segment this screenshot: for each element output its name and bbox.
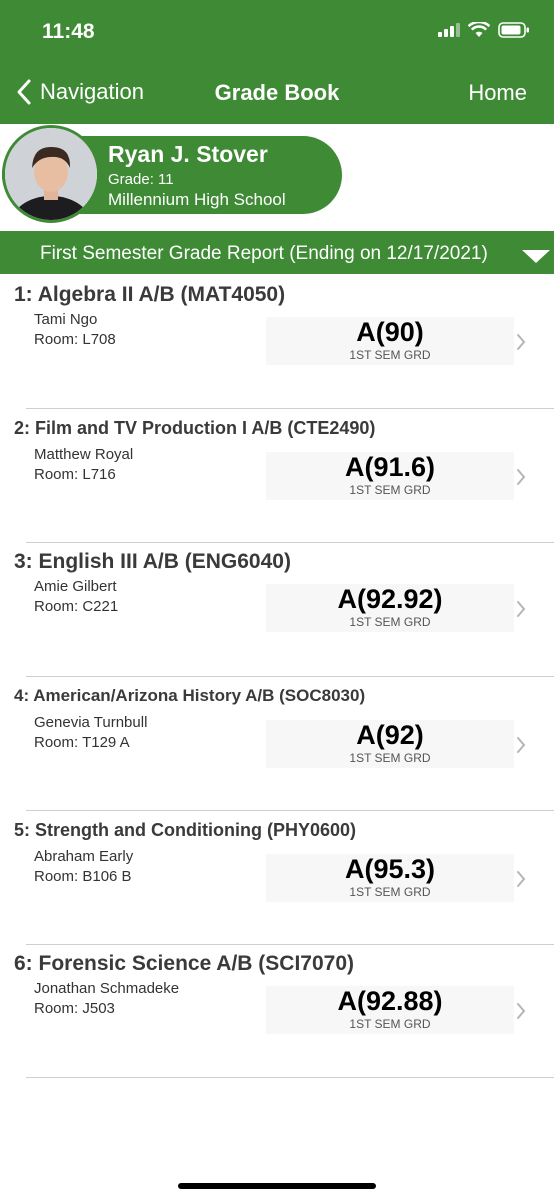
course-teacher: Abraham Early [34,848,134,865]
grade-value: A(92.88) [337,986,443,1016]
course-title: 4: American/Arizona History A/B (SOC8030… [14,686,366,705]
course-teacher: Amie Gilbert [34,578,117,595]
grade-box: A(92.88) 1ST SEM GRD [266,986,514,1034]
grade-caption: 1ST SEM GRD [349,615,431,629]
home-button[interactable]: Home [468,80,527,106]
chevron-right-icon [517,469,526,485]
course-teacher: Matthew Royal [34,446,134,463]
course-teacher: Tami Ngo [34,311,98,328]
cellular-signal-icon [438,23,460,37]
chevron-left-icon [17,79,31,105]
grade-box: A(95.3) 1ST SEM GRD [266,854,514,902]
header-bar: 11:48 Navigation Grade Book Home [0,0,554,124]
status-time: 11:48 [42,20,95,43]
course-title: 3: English III A/B (ENG6040) [14,550,291,573]
course-title: 2: Film and TV Production I A/B (CTE2490… [14,418,376,438]
course-room: Room: B106 B [34,868,132,885]
divider [26,810,554,811]
chevron-right-icon [517,334,526,350]
grade-caption: 1ST SEM GRD [349,348,431,362]
student-name: Ryan J. Stover [108,141,268,167]
student-photo-icon [5,128,97,220]
course-title: 6: Forensic Science A/B (SCI7070) [14,952,355,975]
course-title: 1: Algebra II A/B (MAT4050) [14,283,286,306]
course-room: Room: L716 [34,466,116,483]
course-room: Room: T129 A [34,734,130,751]
divider [26,408,554,409]
chevron-right-icon [517,601,526,617]
grade-value: A(90) [356,317,424,347]
grade-box: A(91.6) 1ST SEM GRD [266,452,514,500]
home-indicator[interactable] [178,1183,376,1189]
course-teacher: Jonathan Schmadeke [34,980,180,997]
course-row[interactable]: 2: Film and TV Production I A/B (CTE2490… [0,418,554,550]
chevron-right-icon [517,871,526,887]
battery-icon [498,22,529,38]
divider [26,676,554,677]
student-school: Millennium High School [108,190,286,209]
student-grade-level: Grade: 11 [108,171,174,188]
grade-caption: 1ST SEM GRD [349,885,431,899]
grade-value: A(92.92) [337,584,443,614]
course-row[interactable]: 5: Strength and Conditioning (PHY0600) A… [0,820,554,952]
grade-report-selector[interactable]: First Semester Grade Report (Ending on 1… [0,231,554,274]
grade-caption: 1ST SEM GRD [349,483,431,497]
wifi-icon [468,22,490,37]
grade-value: A(92) [356,720,424,750]
chevron-right-icon [517,737,526,753]
grade-report-label: First Semester Grade Report (Ending on 1… [40,243,488,264]
course-row[interactable]: 1: Algebra II A/B (MAT4050) Tami Ngo Roo… [0,283,554,415]
course-row[interactable]: 3: English III A/B (ENG6040) Amie Gilber… [0,550,554,682]
grade-value: A(95.3) [344,854,436,884]
navigation-back-button[interactable]: Navigation [16,78,144,106]
grade-box: A(90) 1ST SEM GRD [266,317,514,365]
grade-box: A(92.92) 1ST SEM GRD [266,584,514,632]
divider [26,542,554,543]
navigation-back-label: Navigation [40,79,144,104]
course-row[interactable]: 4: American/Arizona History A/B (SOC8030… [0,686,554,818]
grade-caption: 1ST SEM GRD [349,751,431,765]
course-room: Room: J503 [34,1000,115,1017]
divider [26,1077,554,1078]
course-row[interactable]: 6: Forensic Science A/B (SCI7070) Jonath… [0,952,554,1084]
caret-down-icon [522,250,550,263]
status-icons [438,22,530,38]
course-room: Room: C221 [34,598,119,615]
course-teacher: Genevia Turnbull [34,714,148,731]
grade-value: A(91.6) [344,452,436,482]
divider [26,944,554,945]
student-avatar [2,125,100,223]
chevron-right-icon [517,1003,526,1019]
grade-box: A(92) 1ST SEM GRD [266,720,514,768]
grade-caption: 1ST SEM GRD [349,1017,431,1031]
course-title: 5: Strength and Conditioning (PHY0600) [14,820,357,840]
course-room: Room: L708 [34,331,116,348]
